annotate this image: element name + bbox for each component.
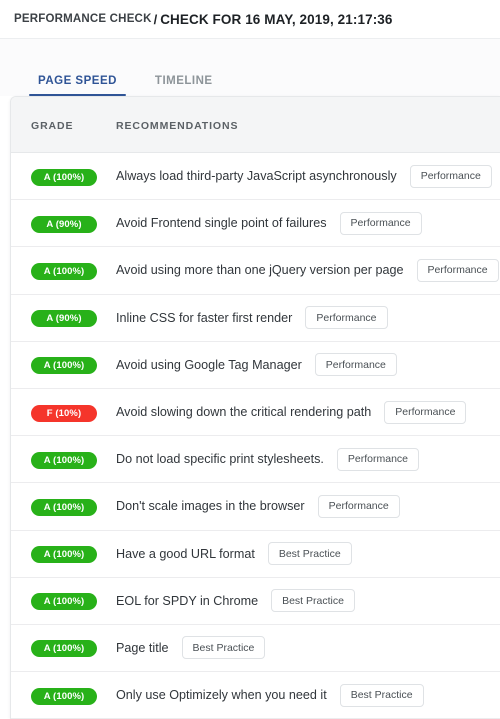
table-row[interactable]: A (100%) Avoid using Google Tag Manager … [11, 341, 500, 389]
grade-cell: A (100%) [11, 686, 111, 705]
table-row[interactable]: A (100%) Do not load specific print styl… [11, 436, 500, 484]
recommendation-cell: Page title Best Practice [111, 636, 500, 660]
page-title: CHECK FOR 16 MAY, 2019, 21:17:36 [160, 11, 393, 27]
status-badge: A (100%) [31, 687, 97, 705]
recommendation-cell: Avoid Frontend single point of failures … [111, 211, 500, 235]
recommendation-cell: Always load third-party JavaScript async… [111, 164, 500, 188]
recommendation-text: Only use Optimizely when you need it [116, 688, 327, 703]
status-badge: A (100%) [31, 593, 97, 611]
category-chip[interactable]: Performance [339, 211, 422, 235]
category-chip[interactable]: Best Practice [339, 683, 424, 707]
column-header-grade: GRADE [11, 116, 111, 134]
recommendation-text: Have a good URL format [116, 546, 255, 561]
breadcrumb: PERFORMANCE CHECK / CHECK FOR 16 MAY, 20… [0, 0, 500, 39]
status-badge: A (90%) [31, 310, 97, 328]
recommendation-cell: Only use Optimizely when you need it Bes… [111, 683, 500, 707]
grade-cell: A (100%) [11, 497, 111, 516]
table-row[interactable]: A (100%) Have a good URL format Best Pra… [11, 530, 500, 578]
category-chip[interactable]: Performance [305, 306, 388, 330]
grade-cell: A (90%) [11, 214, 111, 233]
status-badge: A (100%) [31, 168, 97, 186]
tab-timeline-label: TIMELINE [154, 75, 213, 87]
recommendation-text: EOL for SPDY in Chrome [116, 593, 259, 608]
status-badge: F (10%) [31, 404, 97, 422]
grade-cell: A (100%) [11, 355, 111, 375]
grade-cell: F (10%) [11, 403, 111, 422]
page-root: PERFORMANCE CHECK / CHECK FOR 16 MAY, 20… [0, 0, 500, 719]
table-header-row: GRADE RECOMMENDATIONS [11, 97, 500, 153]
grade-cell: A (100%) [11, 544, 111, 564]
table-row[interactable]: A (100%) Always load third-party JavaScr… [11, 153, 500, 201]
table-row[interactable]: A (100%) Avoid using more than one jQuer… [11, 247, 500, 295]
recommendation-text: Inline CSS for faster first render [116, 310, 293, 325]
category-chip[interactable]: Best Practice [267, 542, 352, 566]
recommendation-text: Page title [116, 640, 169, 655]
page-speed-results-card: GRADE RECOMMENDATIONS A (100%) Always lo… [10, 96, 500, 719]
recommendation-cell: Avoid using Google Tag Manager Performan… [111, 353, 500, 377]
table-row[interactable]: A (100%) Page title Best Practice [11, 624, 500, 673]
table-row[interactable]: A (100%) Only use Optimizely when you ne… [11, 672, 500, 719]
recommendation-cell: Inline CSS for faster first render Perfo… [111, 306, 500, 330]
tab-page-speed[interactable]: PAGE SPEED [28, 75, 127, 96]
status-badge: A (100%) [31, 498, 97, 516]
recommendation-text: Avoid using Google Tag Manager [116, 357, 302, 372]
table-row[interactable]: A (90%) Avoid Frontend single point of f… [11, 200, 500, 248]
table-body: A (100%) Always load third-party JavaScr… [11, 153, 500, 719]
recommendation-text: Don't scale images in the browser [116, 499, 305, 514]
category-chip[interactable]: Performance [416, 258, 499, 282]
column-header-grade-label: GRADE [31, 119, 74, 132]
status-badge: A (90%) [31, 215, 97, 233]
grade-cell: A (100%) [11, 261, 111, 280]
table-row[interactable]: A (100%) EOL for SPDY in Chrome Best Pra… [11, 577, 500, 625]
status-badge: A (100%) [31, 640, 97, 658]
recommendation-cell: Do not load specific print stylesheets. … [111, 447, 500, 471]
tab-page-speed-label: PAGE SPEED [38, 75, 117, 87]
recommendation-cell: Don't scale images in the browser Perfor… [111, 494, 500, 518]
recommendation-text: Avoid using more than one jQuery version… [116, 263, 404, 278]
status-badge: A (100%) [31, 451, 97, 469]
recommendation-text: Avoid slowing down the critical renderin… [116, 405, 372, 420]
table-row[interactable]: A (90%) Inline CSS for faster first rend… [11, 294, 500, 342]
column-header-recommendations: RECOMMENDATIONS [111, 116, 500, 134]
table-row[interactable]: A (100%) Don't scale images in the brows… [11, 483, 500, 531]
grade-cell: A (90%) [11, 308, 111, 328]
recommendation-cell: EOL for SPDY in Chrome Best Practice [111, 589, 500, 613]
column-header-recommendations-label: RECOMMENDATIONS [116, 119, 239, 132]
category-chip[interactable]: Performance [409, 164, 492, 188]
results-card-wrapper: GRADE RECOMMENDATIONS A (100%) Always lo… [0, 96, 500, 719]
category-chip[interactable]: Performance [317, 494, 400, 518]
category-chip[interactable]: Best Practice [271, 589, 355, 613]
breadcrumb-separator: / [153, 11, 158, 27]
grade-cell: A (100%) [11, 167, 111, 186]
recommendation-cell: Avoid using more than one jQuery version… [111, 258, 500, 282]
recommendation-text: Avoid Frontend single point of failures [116, 216, 327, 231]
category-chip[interactable]: Performance [336, 447, 420, 471]
status-badge: A (100%) [31, 262, 97, 280]
recommendation-cell: Avoid slowing down the critical renderin… [111, 400, 500, 424]
table-row[interactable]: F (10%) Avoid slowing down the critical … [11, 388, 500, 437]
category-chip[interactable]: Performance [384, 400, 467, 424]
tab-bar: PAGE SPEED TIMELINE [0, 39, 500, 96]
category-chip[interactable]: Best Practice [181, 636, 266, 660]
status-badge: A (100%) [31, 357, 97, 375]
grade-cell: A (100%) [11, 591, 111, 611]
grade-cell: A (100%) [11, 638, 111, 658]
category-chip[interactable]: Performance [314, 353, 397, 377]
breadcrumb-parent-link[interactable]: PERFORMANCE CHECK [14, 13, 152, 25]
recommendation-text: Always load third-party JavaScript async… [116, 169, 397, 184]
recommendation-text: Do not load specific print stylesheets. [116, 452, 324, 467]
status-badge: A (100%) [31, 546, 97, 564]
tab-timeline[interactable]: TIMELINE [145, 75, 223, 96]
recommendation-cell: Have a good URL format Best Practice [111, 542, 500, 566]
grade-cell: A (100%) [11, 450, 111, 469]
